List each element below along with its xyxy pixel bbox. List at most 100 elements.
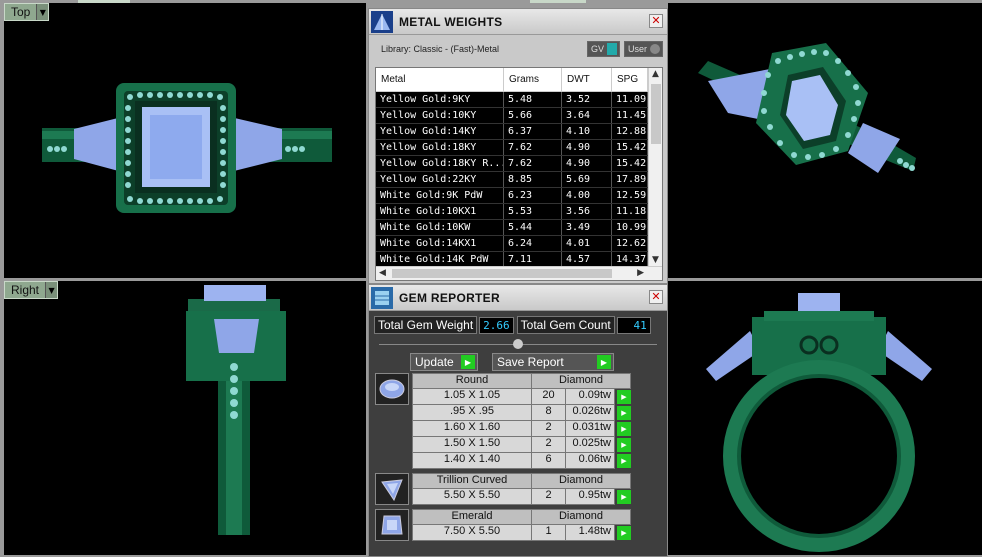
gem-row: .95 X .95 8 0.026tw ▶: [412, 405, 631, 421]
column-header-metal[interactable]: Metal: [376, 68, 504, 91]
scroll-left-icon[interactable]: ◀: [379, 268, 386, 278]
scroll-right-icon[interactable]: ▶: [637, 268, 644, 278]
table-row[interactable]: White Gold:14KX1 6.24 4.01 12.62: [376, 236, 662, 252]
dwt-cell: 4.00: [562, 188, 612, 203]
table-header: Metal Grams DWT SPG: [376, 68, 662, 92]
ring-side-view: [186, 285, 286, 535]
gem-reporter-panel: GEM REPORTER ✕ Total Gem Weight 2.66 Tot…: [368, 284, 668, 557]
round-gem-icon[interactable]: [375, 373, 409, 405]
update-button[interactable]: Update ▶: [410, 353, 478, 371]
viewport-top-menu[interactable]: Top ▼: [4, 3, 50, 21]
select-gem-arrow-icon[interactable]: ▶: [617, 422, 631, 436]
scroll-thumb[interactable]: [651, 84, 661, 144]
spg-cell: 12.62: [612, 236, 648, 251]
gem-size-cell: 1.05 X 1.05: [413, 389, 532, 404]
viewport-right-menu[interactable]: Right ▼: [4, 281, 59, 299]
gem-size-cell: 1.40 X 1.40: [413, 453, 532, 468]
table-row[interactable]: Yellow Gold:18KY R... 7.62 4.90 15.42: [376, 156, 662, 172]
total-gem-weight-label: Total Gem Weight: [374, 316, 478, 334]
metal-cell: White Gold:9K PdW: [376, 188, 504, 203]
divider: [379, 338, 657, 350]
dwt-cell: 3.49: [562, 220, 612, 235]
scroll-up-icon[interactable]: ▲: [652, 69, 659, 79]
column-header-dwt[interactable]: DWT: [562, 68, 612, 91]
metal-cell: Yellow Gold:18KY: [376, 140, 504, 155]
metal-cell: White Gold:14K PdW: [376, 252, 504, 267]
user-toggle-label: User: [627, 44, 647, 54]
gem-weight-cell: 1.48tw: [578, 525, 611, 537]
gem-row-data: 5.50 X 5.50 2 0.95tw: [412, 489, 615, 505]
table-row[interactable]: Yellow Gold:18KY 7.62 4.90 15.42: [376, 140, 662, 156]
ring-top-view: [42, 83, 332, 213]
gem-row: 1.50 X 1.50 2 0.025tw ▶: [412, 437, 631, 453]
spg-cell: 10.99: [612, 220, 648, 235]
gem-reporter-icon: [371, 286, 393, 309]
table-row[interactable]: White Gold:9K PdW 6.23 4.00 12.59: [376, 188, 662, 204]
spg-cell: 14.37: [612, 252, 648, 267]
scroll-thumb[interactable]: [392, 269, 612, 278]
grams-cell: 7.11: [504, 252, 562, 267]
column-header-grams[interactable]: Grams: [504, 68, 562, 91]
horizontal-scrollbar[interactable]: ◀ ▶: [376, 266, 662, 280]
table-row[interactable]: Yellow Gold:10KY 5.66 3.64 11.45: [376, 108, 662, 124]
grams-cell: 6.37: [504, 124, 562, 139]
metal-weights-rows: Yellow Gold:9KY 5.48 3.52 11.09 Yellow Gold:…: [376, 92, 662, 268]
column-header-spg[interactable]: SPG: [612, 68, 648, 91]
table-row[interactable]: Yellow Gold:22KY 8.85 5.69 17.89: [376, 172, 662, 188]
update-button-label: Update: [415, 355, 454, 369]
table-row[interactable]: Yellow Gold:14KY 6.37 4.10 12.88: [376, 124, 662, 140]
gem-row: 1.05 X 1.05 20 0.09tw ▶: [412, 389, 631, 405]
gem-row: 7.50 X 5.50 1 1.48tw ▶: [412, 525, 631, 541]
viewport-front[interactable]: [668, 281, 982, 555]
viewport-top[interactable]: Top ▼: [4, 3, 366, 278]
select-gem-arrow-icon[interactable]: ▶: [617, 526, 631, 540]
collapse-handle-icon[interactable]: [513, 339, 523, 349]
trillion-gem-icon[interactable]: [375, 473, 409, 505]
gem-count-cell: 8: [532, 405, 566, 420]
viewport-tab-hint: [78, 0, 130, 3]
user-toggle[interactable]: User: [623, 41, 663, 57]
gem-reporter-titlebar[interactable]: GEM REPORTER ✕: [369, 285, 667, 311]
select-gem-arrow-icon[interactable]: ▶: [617, 490, 631, 504]
table-row[interactable]: White Gold:10KX1 5.53 3.56 11.18: [376, 204, 662, 220]
gv-toggle[interactable]: GV: [586, 41, 620, 57]
emerald-gem-icon[interactable]: [375, 509, 409, 541]
metal-cell: Yellow Gold:22KY: [376, 172, 504, 187]
viewport-perspective[interactable]: [668, 3, 982, 278]
metal-cell: White Gold:10KW: [376, 220, 504, 235]
gem-count-cell: 1: [532, 525, 566, 540]
total-gem-weight-value: 2.66: [479, 316, 514, 334]
save-report-button-label: Save Report: [497, 355, 564, 369]
select-gem-arrow-icon[interactable]: ▶: [617, 390, 631, 404]
select-gem-arrow-icon[interactable]: ▶: [617, 454, 631, 468]
close-icon[interactable]: ✕: [649, 290, 663, 304]
gem-list: Round Diamond 1.05 X 1.05 20 0.09tw ▶ .95 X …: [375, 373, 663, 545]
gem-row-data: .95 X .95 8 0.026tw: [412, 405, 615, 421]
gem-group: Round Diamond 1.05 X 1.05 20 0.09tw ▶ .95 X …: [375, 373, 663, 469]
metal-weights-titlebar[interactable]: METAL WEIGHTS ✕: [369, 9, 667, 35]
close-icon[interactable]: ✕: [649, 14, 663, 28]
library-label: Library: Classic - (Fast)-Metal: [381, 44, 500, 54]
table-row[interactable]: Yellow Gold:9KY 5.48 3.52 11.09: [376, 92, 662, 108]
dwt-cell: 4.57: [562, 252, 612, 267]
total-gem-count-value: 41: [616, 316, 651, 334]
metal-weights-panel: METAL WEIGHTS ✕ Library: Classic - (Fast…: [368, 8, 668, 284]
select-gem-arrow-icon[interactable]: ▶: [617, 406, 631, 420]
dropdown-arrow-icon[interactable]: ▼: [36, 4, 49, 20]
table-row[interactable]: White Gold:10KW 5.44 3.49 10.99: [376, 220, 662, 236]
vertical-scrollbar[interactable]: ▲ ▼: [648, 68, 662, 266]
dwt-cell: 3.52: [562, 92, 612, 107]
dropdown-arrow-icon[interactable]: ▼: [45, 282, 58, 298]
gem-size-cell: .95 X .95: [413, 405, 532, 420]
gem-material-label: Diamond: [558, 374, 604, 386]
grams-cell: 5.44: [504, 220, 562, 235]
play-arrow-icon: ▶: [461, 355, 475, 369]
metal-cell: White Gold:10KX1: [376, 204, 504, 219]
viewport-right[interactable]: Right ▼: [4, 281, 366, 555]
gem-count-cell: 6: [532, 453, 566, 468]
gem-size-cell: 7.50 X 5.50: [413, 525, 532, 540]
save-report-button[interactable]: Save Report ▶: [492, 353, 614, 371]
scroll-down-icon[interactable]: ▼: [652, 255, 659, 265]
select-gem-arrow-icon[interactable]: ▶: [617, 438, 631, 452]
dwt-cell: 3.56: [562, 204, 612, 219]
